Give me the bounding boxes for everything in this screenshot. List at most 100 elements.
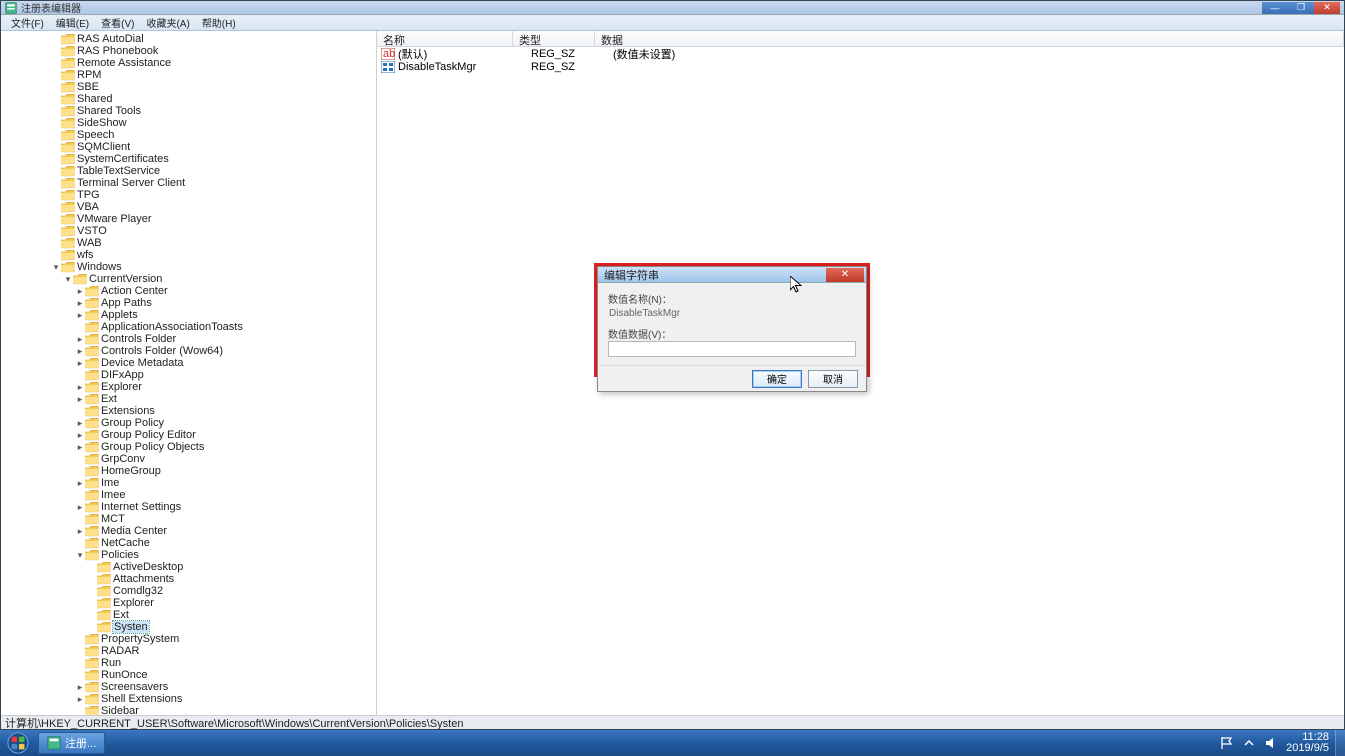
- maximize-button[interactable]: ❐: [1288, 2, 1314, 14]
- tree-node[interactable]: SideShow: [3, 117, 376, 129]
- system-tray[interactable]: 11:28 2019/9/5: [1214, 732, 1335, 754]
- tree-node[interactable]: RPM: [3, 69, 376, 81]
- tree-node[interactable]: RunOnce: [3, 669, 376, 681]
- tree-node[interactable]: VMware Player: [3, 213, 376, 225]
- menu-file[interactable]: 文件(F): [5, 15, 50, 30]
- tree-node[interactable]: Comdlg32: [3, 585, 376, 597]
- expand-icon[interactable]: ▸: [75, 382, 85, 393]
- list-header[interactable]: 名称 类型 数据: [377, 31, 1344, 47]
- tree-node[interactable]: ▸Action Center: [3, 285, 376, 297]
- tree-node[interactable]: Speech: [3, 129, 376, 141]
- collapse-icon[interactable]: ▾: [63, 274, 73, 285]
- tree-node[interactable]: ▸Shell Extensions: [3, 693, 376, 705]
- tree-node[interactable]: ▸Internet Settings: [3, 501, 376, 513]
- tree-node[interactable]: ▸Controls Folder (Wow64): [3, 345, 376, 357]
- show-desktop-button[interactable]: [1335, 730, 1345, 756]
- tree-node[interactable]: Sidebar: [3, 705, 376, 715]
- dialog-close-button[interactable]: ✕: [826, 268, 864, 282]
- tree-node[interactable]: ActiveDesktop: [3, 561, 376, 573]
- tree-node[interactable]: Remote Assistance: [3, 57, 376, 69]
- col-name[interactable]: 名称: [377, 31, 513, 46]
- taskbar-app-regedit[interactable]: 注册...: [38, 732, 105, 754]
- col-data[interactable]: 数据: [595, 31, 1344, 46]
- tree-node[interactable]: ▸Group Policy Objects: [3, 441, 376, 453]
- expand-icon[interactable]: ▸: [75, 334, 85, 345]
- expand-icon[interactable]: ▸: [75, 394, 85, 405]
- collapse-icon[interactable]: ▾: [51, 262, 61, 273]
- tree-node[interactable]: Systen: [3, 621, 376, 633]
- tray-chevron-icon[interactable]: [1242, 736, 1256, 750]
- col-type[interactable]: 类型: [513, 31, 595, 46]
- tree-node[interactable]: PropertySystem: [3, 633, 376, 645]
- tree-node[interactable]: TPG: [3, 189, 376, 201]
- tree-node[interactable]: WAB: [3, 237, 376, 249]
- close-button[interactable]: ✕: [1314, 2, 1340, 14]
- menu-help[interactable]: 帮助(H): [196, 15, 242, 30]
- tree-node[interactable]: ▸Explorer: [3, 381, 376, 393]
- tree-node[interactable]: Shared: [3, 93, 376, 105]
- tree-node[interactable]: Ext: [3, 609, 376, 621]
- menu-favorites[interactable]: 收藏夹(A): [140, 15, 195, 30]
- tree-node[interactable]: Attachments: [3, 573, 376, 585]
- tree-node[interactable]: SystemCertificates: [3, 153, 376, 165]
- menu-edit[interactable]: 编辑(E): [50, 15, 95, 30]
- tree-node[interactable]: ▸Screensavers: [3, 681, 376, 693]
- tree-node[interactable]: Terminal Server Client: [3, 177, 376, 189]
- start-button[interactable]: [0, 730, 36, 756]
- tree-node[interactable]: ▸Ext: [3, 393, 376, 405]
- tree-node[interactable]: ▸Group Policy: [3, 417, 376, 429]
- tree-node[interactable]: ▸Media Center: [3, 525, 376, 537]
- expand-icon[interactable]: ▸: [75, 358, 85, 369]
- list-row[interactable]: DisableTaskMgrREG_SZ: [377, 60, 1344, 73]
- expand-icon[interactable]: ▸: [75, 298, 85, 309]
- minimize-button[interactable]: —: [1262, 2, 1288, 14]
- expand-icon[interactable]: ▸: [75, 430, 85, 441]
- expand-icon[interactable]: ▸: [75, 478, 85, 489]
- tree-node[interactable]: ▸Device Metadata: [3, 357, 376, 369]
- tree-node[interactable]: HomeGroup: [3, 465, 376, 477]
- tree-node[interactable]: ▸Ime: [3, 477, 376, 489]
- expand-icon[interactable]: ▸: [75, 502, 85, 513]
- titlebar[interactable]: 注册表编辑器 — ❐ ✕: [1, 1, 1344, 15]
- tree-node[interactable]: SBE: [3, 81, 376, 93]
- tree-node[interactable]: ▸App Paths: [3, 297, 376, 309]
- expand-icon[interactable]: ▸: [75, 526, 85, 537]
- tree-node[interactable]: VBA: [3, 201, 376, 213]
- tree-node[interactable]: SQMClient: [3, 141, 376, 153]
- tree-node[interactable]: Shared Tools: [3, 105, 376, 117]
- tree-node[interactable]: Extensions: [3, 405, 376, 417]
- tree-node[interactable]: wfs: [3, 249, 376, 261]
- tree-node[interactable]: ▾Policies: [3, 549, 376, 561]
- tree-node[interactable]: RADAR: [3, 645, 376, 657]
- cancel-button[interactable]: 取消: [808, 370, 858, 388]
- expand-icon[interactable]: ▸: [75, 418, 85, 429]
- dialog-titlebar[interactable]: 编辑字符串 ✕: [598, 267, 866, 283]
- expand-icon[interactable]: ▸: [75, 682, 85, 693]
- tree-node[interactable]: GrpConv: [3, 453, 376, 465]
- tree-node[interactable]: RAS Phonebook: [3, 45, 376, 57]
- tree-node[interactable]: ApplicationAssociationToasts: [3, 321, 376, 333]
- tray-clock[interactable]: 11:28 2019/9/5: [1286, 732, 1329, 754]
- tree-node[interactable]: VSTO: [3, 225, 376, 237]
- tree-node[interactable]: Run: [3, 657, 376, 669]
- tree-node[interactable]: DIFxApp: [3, 369, 376, 381]
- expand-icon[interactable]: ▸: [75, 442, 85, 453]
- value-data-input[interactable]: [608, 341, 856, 357]
- tree-node[interactable]: ▾Windows: [3, 261, 376, 273]
- tray-flag-icon[interactable]: [1220, 736, 1234, 750]
- tree-node[interactable]: ▸Applets: [3, 309, 376, 321]
- tree-node[interactable]: ▸Group Policy Editor: [3, 429, 376, 441]
- expand-icon[interactable]: ▸: [75, 346, 85, 357]
- expand-icon[interactable]: ▸: [75, 310, 85, 321]
- menu-view[interactable]: 查看(V): [95, 15, 140, 30]
- collapse-icon[interactable]: ▾: [75, 550, 85, 561]
- taskbar[interactable]: 注册... 11:28 2019/9/5: [0, 730, 1345, 756]
- tree-node[interactable]: MCT: [3, 513, 376, 525]
- ok-button[interactable]: 确定: [752, 370, 802, 388]
- tree-node[interactable]: NetCache: [3, 537, 376, 549]
- tree-node[interactable]: Imee: [3, 489, 376, 501]
- tree-node[interactable]: ▸Controls Folder: [3, 333, 376, 345]
- tree-node[interactable]: TableTextService: [3, 165, 376, 177]
- tray-speaker-icon[interactable]: [1264, 736, 1278, 750]
- tree-node[interactable]: RAS AutoDial: [3, 33, 376, 45]
